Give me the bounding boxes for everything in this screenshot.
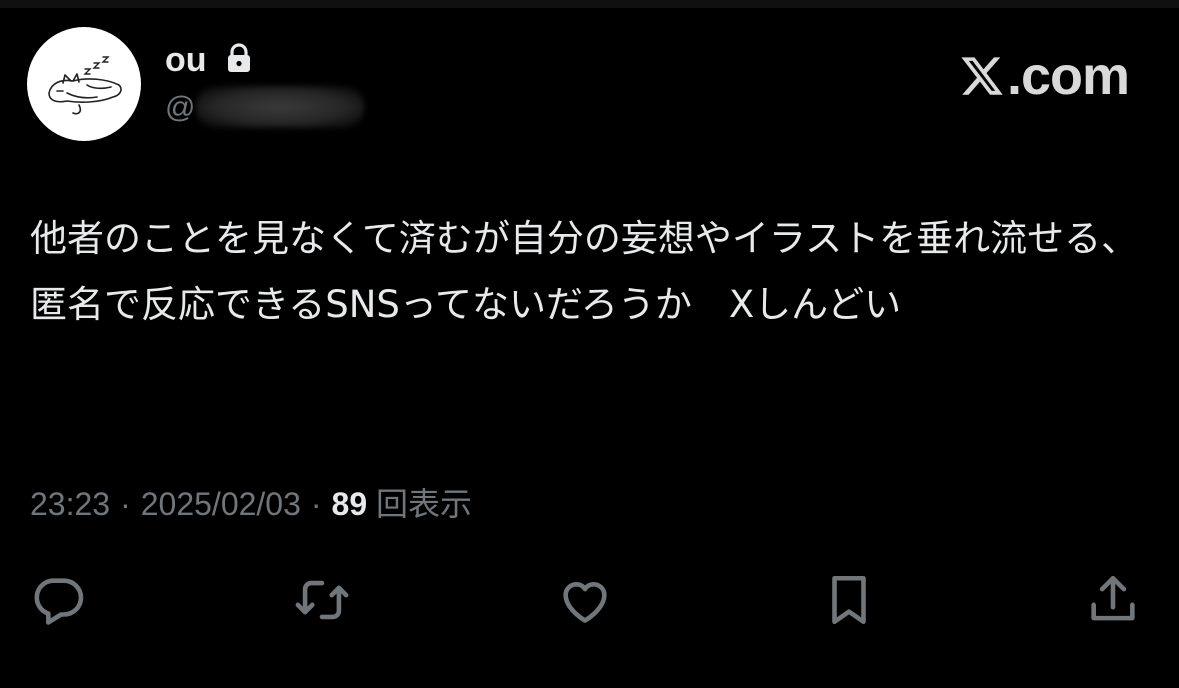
views-count: 89 xyxy=(331,486,368,522)
heart-icon xyxy=(563,581,607,623)
tweet-date[interactable]: 2025/02/03 xyxy=(141,486,301,522)
bookmark-icon xyxy=(832,575,866,625)
sleeping-cat-avatar-icon xyxy=(48,56,122,115)
x-logo-icon xyxy=(961,57,1003,95)
top-edge-strip xyxy=(0,0,1179,8)
lock-icon xyxy=(228,43,250,72)
like-button[interactable] xyxy=(553,568,617,632)
handle-redaction-blur xyxy=(196,86,364,128)
reply-button[interactable] xyxy=(26,568,90,632)
handle-prefix: @ xyxy=(165,91,196,124)
tweet-meta: 23:23 · 2025/02/03 · 89 回表示 xyxy=(30,482,472,526)
retweet-button[interactable] xyxy=(290,568,354,632)
handle[interactable]: @ xyxy=(165,88,195,128)
x-logo-text: .com xyxy=(1006,46,1130,106)
tweet-time[interactable]: 23:23 xyxy=(30,486,110,522)
avatar[interactable] xyxy=(27,27,141,141)
reply-icon xyxy=(34,578,84,625)
meta-separator: · xyxy=(120,486,131,522)
share-button[interactable] xyxy=(1081,568,1145,632)
views-label: 回表示 xyxy=(376,486,473,522)
action-bar xyxy=(0,568,1179,632)
meta-separator: · xyxy=(310,486,322,522)
bookmark-button[interactable] xyxy=(817,568,881,632)
retweet-icon xyxy=(295,580,349,620)
display-name[interactable]: ou xyxy=(165,40,207,80)
x-logo: .com xyxy=(959,46,1130,106)
share-icon xyxy=(1091,575,1135,621)
tweet-text: 他者のことを見なくて済むが自分の妄想やイラストを垂れ流せる、匿名で反応できるSN… xyxy=(30,217,1139,326)
